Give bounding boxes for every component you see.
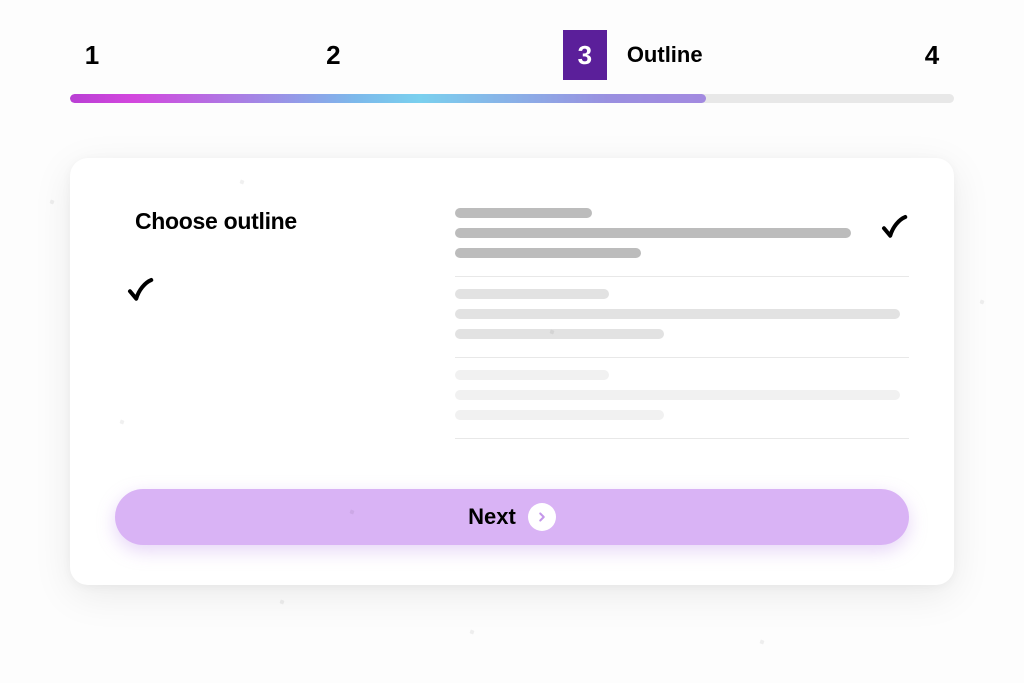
chevron-right-icon — [528, 503, 556, 531]
outline-option[interactable] — [455, 358, 909, 439]
progress-fill — [70, 94, 706, 103]
outline-option[interactable] — [455, 208, 909, 277]
next-button-label: Next — [468, 504, 516, 530]
card-title: Choose outline — [135, 208, 415, 235]
next-button[interactable]: Next — [115, 489, 909, 545]
progress-bar — [70, 94, 954, 103]
step-number-active: 3 — [563, 30, 607, 80]
outline-options-list — [455, 208, 909, 439]
step-number: 4 — [920, 40, 944, 71]
step-4[interactable]: 4 — [920, 40, 944, 71]
step-2[interactable]: 2 — [321, 40, 345, 71]
step-number: 2 — [321, 40, 345, 71]
step-label: Outline — [627, 42, 703, 68]
step-1[interactable]: 1 — [80, 40, 104, 71]
wizard-stepper: 1 2 3 Outline 4 — [70, 30, 954, 80]
step-number: 1 — [80, 40, 104, 71]
outline-option[interactable] — [455, 277, 909, 358]
step-3[interactable]: 3 Outline — [563, 30, 703, 80]
check-icon — [879, 212, 909, 242]
outline-card: Choose outline — [70, 158, 954, 585]
check-icon — [125, 275, 155, 305]
